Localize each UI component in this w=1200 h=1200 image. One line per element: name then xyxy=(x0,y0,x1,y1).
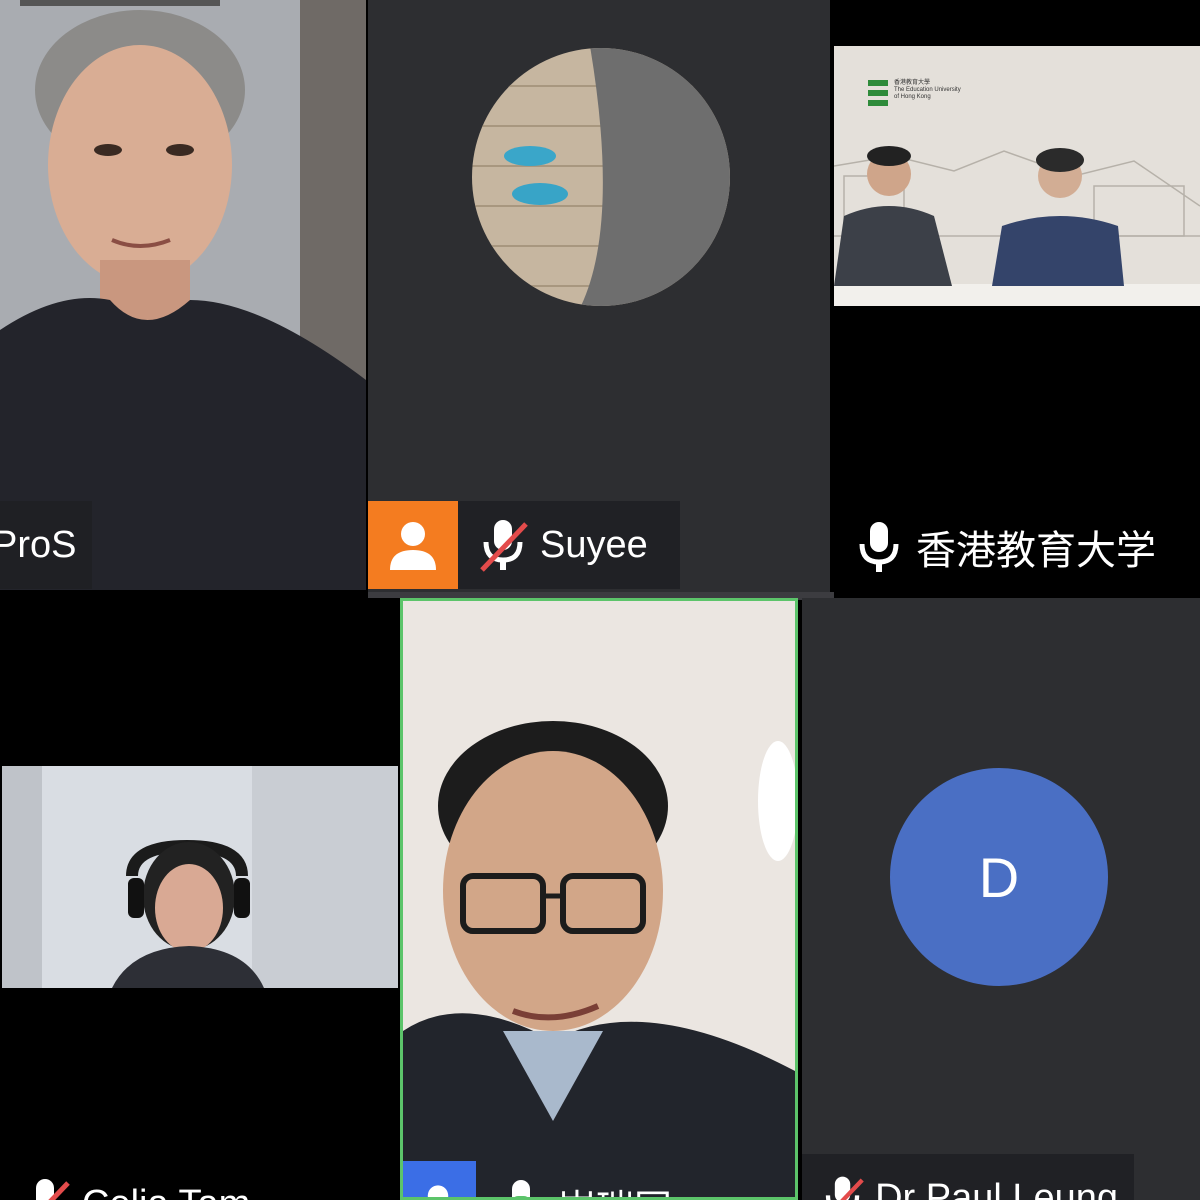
participant-name: ProS xyxy=(0,523,77,566)
banner-line-2: The Education University xyxy=(894,87,961,93)
participant-name-bar: Dr Paul Leung xyxy=(802,1154,1134,1200)
participant-tile-pros[interactable]: ProS xyxy=(0,0,366,590)
participant-name-bar: Suyee xyxy=(368,501,680,589)
university-banner: 香港教育大學 The Education University of Hong … xyxy=(894,80,961,101)
participant-video xyxy=(2,766,398,988)
mic-muted-icon xyxy=(36,1179,70,1200)
banner-line-3: of Hong Kong xyxy=(894,94,931,100)
participant-name: Suyee xyxy=(540,523,648,566)
participant-tile-hkeduhk[interactable]: 香港教育大學 The Education University of Hong … xyxy=(834,0,1200,592)
mic-icon xyxy=(512,1180,530,1197)
participant-tile-suyee[interactable]: Suyee xyxy=(368,0,830,592)
participant-tile-dr-paul-leung[interactable]: D Dr Paul Leung xyxy=(802,598,1200,1200)
mic-muted-icon xyxy=(480,520,528,572)
participant-name: 崔瑞国 xyxy=(558,1178,688,1198)
profile-badge xyxy=(368,501,458,589)
participant-name-bar: 崔瑞国 xyxy=(403,1161,792,1198)
participant-name-bar: ProS xyxy=(0,501,93,589)
banner-line-1: 香港教育大學 xyxy=(894,80,931,86)
participant-name: 香港教育大学 xyxy=(916,529,1156,573)
participant-video xyxy=(403,601,795,1197)
participant-name-bar: Celia Tam xyxy=(0,1160,266,1200)
person-icon xyxy=(427,1185,449,1197)
avatar-letter: D xyxy=(978,845,1020,909)
participant-name: Celia Tam xyxy=(82,1183,266,1200)
mic-icon xyxy=(859,522,899,572)
avatar: D xyxy=(890,768,1108,986)
participant-video xyxy=(834,46,1200,306)
participant-name-bar: 香港教育大学 xyxy=(834,503,1172,591)
participant-name: Dr Paul Leung xyxy=(875,1176,1118,1200)
person-icon xyxy=(390,522,436,570)
profile-photo xyxy=(472,48,730,306)
profile-badge xyxy=(403,1161,476,1197)
mic-muted-icon xyxy=(825,1176,864,1200)
participant-tile-celia-tam[interactable]: Celia Tam xyxy=(0,598,400,1200)
participant-tile-active-speaker[interactable]: 崔瑞国 xyxy=(400,598,798,1200)
